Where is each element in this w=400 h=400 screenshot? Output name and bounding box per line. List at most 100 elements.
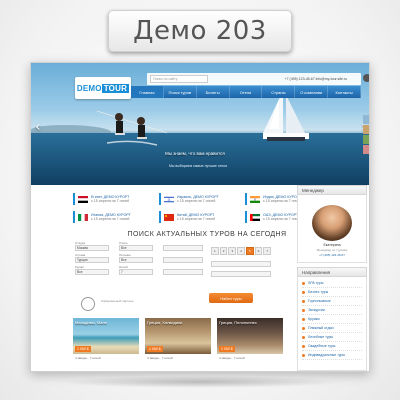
date-from-field[interactable] — [163, 245, 203, 251]
tour-cards: Мальдивы, Мале 1 000 $ 4 звезды · 7 ноче… — [73, 318, 285, 370]
directions-header: Направления — [297, 267, 367, 277]
bullet-icon — [302, 299, 305, 303]
nav-item-countries[interactable]: Страны — [262, 86, 296, 98]
partner-strip: Официальный партнер — [75, 295, 297, 317]
date-picker: 1 2 3 4 5 6 7 — [211, 247, 272, 255]
calendar-day[interactable]: 6 — [254, 247, 263, 255]
nav-item-tickets[interactable]: Билеты — [197, 86, 230, 98]
calendar-day[interactable]: 3 — [228, 247, 237, 255]
israel-flag-icon — [164, 195, 174, 203]
slider-thumbnail[interactable] — [363, 115, 369, 124]
calendar-day[interactable]: 7 — [263, 247, 272, 255]
calendar-day[interactable]: 1 — [211, 247, 219, 255]
website-preview: DEMO TOUR Поиск по сайту +7 (495) 123-45-… — [30, 62, 370, 372]
offer-subtitle: с 15 апреля на 7 ночей — [91, 199, 130, 203]
hot-offers: Египет, ДЕМО КУРОРТ с 15 апреля на 7 ноче… — [73, 189, 329, 231]
main-navigation: Главная Поиск туров Билеты Отели Страны … — [131, 86, 362, 98]
offer-card[interactable]: Китай, ДЕМО КУРОРТ с 15 апреля на 7 ночей — [159, 211, 241, 223]
profile-icon[interactable] — [363, 74, 369, 82]
offer-card[interactable]: Израиль, ДЕМО КУРОРТ с 15 апреля на 7 ноч… — [159, 193, 241, 205]
tour-title: Мальдивы, Мале — [75, 320, 107, 325]
uae-flag-icon — [250, 213, 260, 221]
offer-subtitle: с 15 апреля на 7 ночей — [177, 217, 216, 221]
direction-item[interactable]: Экскурсии — [302, 306, 362, 315]
find-tours-button[interactable]: Найти туры — [209, 293, 253, 303]
departure-select[interactable]: Москва — [75, 245, 109, 251]
country-select[interactable]: Турция — [75, 257, 109, 263]
offer-card[interactable]: Египет, ДЕМО КУРОРТ с 15 апреля на 7 ноче… — [73, 193, 155, 205]
contacts-text: +7 (495) 123-45-67 info@my-tour.site.ru — [284, 77, 347, 81]
hero-caption: Мы знаем, что вам нравится — [165, 151, 225, 156]
manager-card: Екатерина Менеджер по туризму +7 (495) 1… — [297, 195, 367, 263]
search-input[interactable]: Поиск по сайту — [150, 75, 208, 83]
date-to-field[interactable] — [163, 257, 203, 263]
slider-prev-icon[interactable]: ‹ — [35, 119, 41, 135]
direction-label: Круизы — [308, 317, 320, 321]
top-bar: Поиск по сайту +7 (495) 123-45-67 info@m… — [147, 73, 369, 85]
tour-photo: Мальдивы, Мале 1 000 $ — [73, 318, 139, 354]
direction-item[interactable]: Бизнес туры — [302, 288, 362, 297]
frame-shadow — [60, 376, 340, 388]
adults-field[interactable] — [163, 269, 203, 275]
hotel-select[interactable]: Все — [119, 245, 153, 251]
tour-card[interactable]: Мальдивы, Мале 1 000 $ 4 звезды · 7 ноче… — [73, 318, 139, 370]
direction-label: Свадебные туры — [308, 344, 336, 348]
meal-select[interactable]: Все — [119, 257, 153, 263]
demo-title: Демо 203 — [133, 16, 267, 46]
calendar-day[interactable]: 2 — [219, 247, 228, 255]
slider-thumbnail[interactable] — [363, 125, 369, 134]
india-flag-icon — [250, 195, 260, 203]
tour-search-form: Откуда Москва Страна Турция Курорт Все О… — [71, 241, 293, 293]
directions-list: SPA туры Бизнес туры Горнолыжные Экскурс… — [297, 277, 367, 371]
nav-item-search-tours[interactable]: Поиск туров — [164, 86, 197, 98]
sailboat-image — [263, 91, 309, 141]
slider-thumbnail[interactable] — [363, 145, 369, 154]
nav-item-home[interactable]: Главная — [131, 86, 164, 98]
nav-item-about[interactable]: О компании — [295, 86, 329, 98]
manager-role: Менеджер по туризму — [316, 248, 348, 252]
direction-label: Бизнес туры — [308, 290, 329, 294]
offer-subtitle: с 15 апреля на 7 ночей — [177, 199, 216, 203]
hero-subcaption: Мы выбираем самые лучшие отели — [169, 164, 228, 168]
nights-select[interactable]: 7 — [119, 269, 153, 275]
stars-field[interactable] — [211, 271, 271, 277]
direction-item[interactable]: SPA туры — [302, 279, 362, 288]
direction-item[interactable]: Пляжный отдых — [302, 324, 362, 333]
bullet-icon — [302, 308, 305, 312]
direction-label: SPA туры — [308, 281, 324, 285]
logo-tour-text: TOUR — [101, 83, 130, 93]
calendar-day-selected[interactable]: 5 — [245, 247, 254, 255]
price-range-field[interactable] — [211, 261, 271, 267]
tour-card[interactable]: Греция, Пелопоннес 1 000 $ 4 звезды · 7 … — [217, 318, 283, 370]
bullet-icon — [302, 335, 305, 339]
slider-thumbnails — [363, 115, 369, 155]
bullet-icon — [302, 344, 305, 348]
resort-select[interactable]: Все — [75, 269, 109, 275]
slider-thumbnail[interactable] — [363, 135, 369, 144]
calendar-day[interactable]: 4 — [237, 247, 245, 255]
tour-title: Греция, Пелопоннес — [219, 320, 257, 325]
direction-item[interactable]: Индивидуальные туры — [302, 351, 362, 360]
direction-item[interactable]: Горнолыжные — [302, 297, 362, 306]
offer-card[interactable]: Италия, ДЕМО КУРОРТ с 15 апреля на 7 ноче… — [73, 211, 155, 223]
hero-banner: DEMO TOUR Поиск по сайту +7 (495) 123-45-… — [31, 63, 369, 185]
search-section-title: ПОИСК АКТУАЛЬНЫХ ТУРОВ НА СЕГОДНЯ — [127, 231, 287, 238]
tour-photo: Греция, Пелопоннес 1 000 $ — [217, 318, 283, 354]
china-flag-icon — [164, 213, 174, 221]
offer-subtitle: с 15 апреля на 7 ночей — [263, 199, 302, 203]
manager-phone[interactable]: +7 (495) 123-45-67 — [298, 253, 366, 257]
tour-card[interactable]: Греция, Халкидики 1 000 $ 4 звезды · 7 н… — [145, 318, 211, 370]
tour-price: 1 000 $ — [75, 346, 91, 352]
direction-item[interactable]: Лечебные туры — [302, 333, 362, 342]
partner-text: Официальный партнер — [101, 299, 134, 303]
tour-photo: Греция, Халкидики 1 000 $ — [145, 318, 211, 354]
site-logo[interactable]: DEMO TOUR — [75, 77, 131, 99]
tour-title: Греция, Халкидики — [147, 320, 183, 325]
direction-item[interactable]: Свадебные туры — [302, 342, 362, 351]
offer-subtitle: с 15 апреля на 7 ночей — [91, 217, 130, 221]
direction-item[interactable]: Круизы — [302, 315, 362, 324]
direction-label: Индивидуальные туры — [308, 353, 346, 357]
nav-item-contacts[interactable]: Контакты — [328, 86, 362, 98]
egypt-flag-icon — [78, 195, 88, 203]
nav-item-hotels[interactable]: Отели — [230, 86, 263, 98]
